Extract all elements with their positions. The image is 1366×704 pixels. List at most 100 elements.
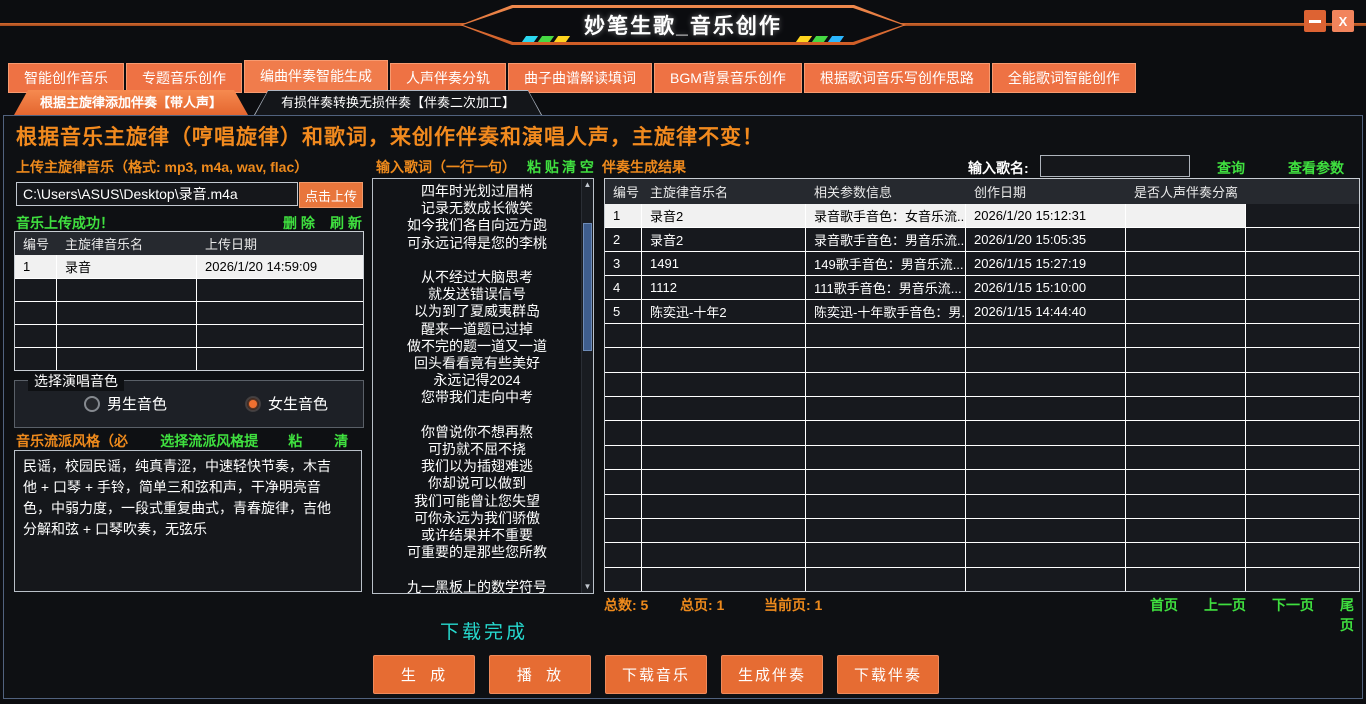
next-page-link[interactable]: 下一页 — [1272, 595, 1314, 615]
tab-8[interactable]: 全能歌词智能创作 — [992, 63, 1136, 93]
tab-7[interactable]: 根据歌词音乐写创作思路 — [804, 63, 990, 93]
table-cell: 2026/1/15 15:10:00 — [966, 276, 1126, 299]
main-tab-bar: 智能创作音乐专题音乐创作编曲伴奏智能生成人声伴奏分轨曲子曲谱解读填词BGM背景音… — [8, 60, 1136, 93]
table-cell — [1246, 470, 1359, 493]
table-row-empty — [15, 325, 363, 348]
scroll-up-icon[interactable]: ▲ — [582, 179, 593, 191]
table-row[interactable]: 1录音2录音歌手音色：女音乐流...2026/1/20 15:12:31 — [605, 204, 1359, 228]
table-cell — [1126, 276, 1246, 299]
lyrics-line: 我们以为插翅难逃 — [373, 458, 581, 475]
table-cell — [605, 348, 642, 371]
radio-male-voice[interactable]: 男生音色 — [84, 393, 167, 414]
lyrics-line: 你曾说你不想再熬 — [373, 424, 581, 441]
table-cell: 2026/1/15 15:27:19 — [966, 252, 1126, 275]
lyrics-line: 可永远记得是您的李桃 — [373, 235, 581, 252]
table-row[interactable]: 31491149歌手音色：男音乐流...2026/1/15 15:27:19 — [605, 252, 1359, 276]
lyrics-line: 可扔就不屈不挠 — [373, 441, 581, 458]
voice-group-label: 选择演唱音色 — [28, 371, 124, 391]
lyrics-scrollbar-thumb[interactable] — [583, 223, 592, 351]
table-row[interactable]: 41112111歌手音色：男音乐流...2026/1/15 15:10:00 — [605, 276, 1359, 300]
tab-2[interactable]: 专题音乐创作 — [126, 63, 242, 93]
table-row-empty — [15, 302, 363, 325]
table-cell — [605, 470, 642, 493]
file-path-input[interactable] — [16, 182, 298, 206]
lyrics-line: 九一黑板上的数学符号 — [373, 579, 581, 594]
song-name-input[interactable] — [1040, 155, 1190, 177]
tab-6[interactable]: BGM背景音乐创作 — [654, 63, 802, 93]
table-cell: 1112 — [642, 276, 806, 299]
table-row[interactable]: 5陈奕迅-十年2陈奕迅-十年歌手音色：男...2026/1/15 14:44:4… — [605, 300, 1359, 324]
table-row-empty — [605, 348, 1359, 372]
play-button[interactable]: 播 放 — [489, 655, 591, 694]
download-music-button[interactable]: 下载音乐 — [605, 655, 707, 694]
deco-chevrons-right-icon — [798, 36, 842, 42]
table-row-empty — [605, 568, 1359, 591]
table-cell: 2026/1/15 14:44:40 — [966, 300, 1126, 323]
table-cell: 录音 — [57, 255, 197, 278]
lyrics-scrollbar[interactable]: ▲ ▼ — [581, 179, 593, 593]
delete-link[interactable]: 删 除 — [283, 213, 315, 233]
table-row-empty — [605, 324, 1359, 348]
table-cell — [197, 325, 363, 347]
table-cell — [966, 470, 1126, 493]
table-cell — [642, 495, 806, 518]
radio-female-voice[interactable]: 女生音色 — [245, 393, 328, 414]
table-cell — [642, 519, 806, 542]
app-title: 妙笔生歌_音乐创作 — [584, 10, 782, 40]
table-cell: 录音歌手音色：女音乐流... — [806, 204, 966, 227]
title-deco-line-left — [0, 23, 493, 26]
sub-tab-1[interactable]: 根据主旋律添加伴奏【带人声】 — [14, 90, 248, 115]
minimize-button[interactable] — [1304, 10, 1326, 32]
table-row[interactable]: 2录音2录音歌手音色：男音乐流...2026/1/20 15:05:35 — [605, 228, 1359, 252]
generate-button[interactable]: 生 成 — [373, 655, 475, 694]
tab-3[interactable]: 编曲伴奏智能生成 — [244, 60, 388, 93]
table-cell: 陈奕迅-十年歌手音色：男... — [806, 300, 966, 323]
view-params-link[interactable]: 查看参数 — [1288, 158, 1344, 178]
style-textarea[interactable]: 民谣，校园民谣，纯真青涩，中速轻快节奏，木吉他 + 口琴 + 手铃，简单三和弦和… — [14, 450, 362, 592]
close-button[interactable]: X — [1332, 10, 1354, 32]
table-cell — [1126, 252, 1246, 275]
lyrics-line: 你却说可以做到 — [373, 475, 581, 492]
table-cell — [966, 543, 1126, 566]
table-cell — [1246, 373, 1359, 396]
table-cell — [806, 373, 966, 396]
action-buttons: 生 成播 放下载音乐生成伴奏下载伴奏 — [373, 655, 939, 694]
app-window: 妙笔生歌_音乐创作 X 智能创作音乐专题音乐创作编曲伴奏智能生成人声伴奏分轨曲子… — [0, 0, 1366, 704]
tab-4[interactable]: 人声伴奏分轨 — [390, 63, 506, 93]
lyrics-line: 醒来一道题已过掉 — [373, 321, 581, 338]
tab-5[interactable]: 曲子曲谱解读填词 — [508, 63, 652, 93]
results-section-label: 伴奏生成结果 — [602, 157, 686, 177]
table-cell: 1 — [605, 204, 642, 227]
sub-tab-2[interactable]: 有损伴奏转换无损伴奏【伴奏二次加工】 — [254, 90, 542, 115]
table-cell — [1126, 495, 1246, 518]
tab-1[interactable]: 智能创作音乐 — [8, 63, 124, 93]
generate-accompaniment-button[interactable]: 生成伴奏 — [721, 655, 823, 694]
first-page-link[interactable]: 首页 — [1150, 595, 1178, 615]
download-accompaniment-button[interactable]: 下载伴奏 — [837, 655, 939, 694]
app-logo-banner: 妙笔生歌_音乐创作 — [460, 5, 906, 45]
table-cell — [642, 446, 806, 469]
table-cell — [806, 495, 966, 518]
lyrics-line — [373, 561, 581, 578]
table-cell — [1126, 446, 1246, 469]
prev-page-link[interactable]: 上一页 — [1204, 595, 1246, 615]
query-button[interactable]: 查询 — [1217, 158, 1245, 178]
lyrics-paste-link[interactable]: 粘 贴 — [527, 157, 559, 177]
lyrics-line: 四年时光划过眉梢 — [373, 183, 581, 200]
lyrics-line: 或许结果并不重要 — [373, 527, 581, 544]
last-page-link[interactable]: 尾页 — [1340, 595, 1360, 635]
scroll-down-icon[interactable]: ▼ — [582, 581, 593, 593]
table-cell — [1246, 228, 1359, 251]
table-row[interactable]: 1录音2026/1/20 14:59:09 — [15, 255, 363, 279]
lyrics-clear-link[interactable]: 清 空 — [562, 157, 594, 177]
table-cell: 5 — [605, 300, 642, 323]
lyrics-textarea[interactable]: 四年时光划过眉梢记录无数成长微笑如今我们各自向远方跑可永远记得是您的李桃 从不经… — [372, 178, 594, 594]
refresh-link[interactable]: 刷 新 — [330, 213, 362, 233]
column-header: 编号 — [15, 232, 57, 255]
upload-button[interactable]: 点击上传 — [299, 182, 363, 208]
table-cell — [1246, 300, 1359, 323]
table-cell — [966, 519, 1126, 542]
column-header: 主旋律音乐名 — [642, 182, 806, 201]
lyrics-line: 如今我们各自向远方跑 — [373, 217, 581, 234]
table-cell: 2 — [605, 228, 642, 251]
